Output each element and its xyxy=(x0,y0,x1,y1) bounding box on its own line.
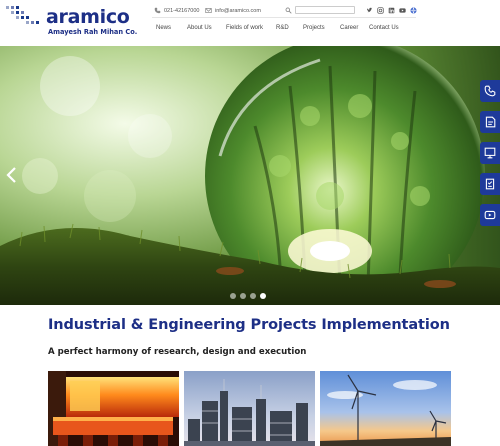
side-catalog-button[interactable] xyxy=(480,111,500,133)
presentation-icon xyxy=(484,147,496,159)
nav-item-about-us[interactable]: About Us xyxy=(187,25,212,31)
survey-icon xyxy=(485,178,495,190)
project-card-furnace[interactable] xyxy=(48,371,179,446)
top-contact-bar: 021-42167000 info@aramico.com xyxy=(152,5,417,17)
nav-item-contact-us[interactable]: Contact Us xyxy=(369,25,399,31)
phone-icon xyxy=(154,7,161,14)
furnace-steel-image xyxy=(48,371,179,446)
video-icon xyxy=(484,210,496,220)
side-video-button[interactable] xyxy=(480,204,500,226)
search-icon[interactable] xyxy=(285,7,292,14)
brand-logo[interactable]: aramico Amayesh Rah Mihan Co. xyxy=(6,4,137,40)
phone-icon xyxy=(484,85,496,97)
instagram-icon[interactable] xyxy=(377,7,384,14)
slide-dot-3[interactable] xyxy=(250,293,256,299)
nav-item-rnd[interactable]: R&D xyxy=(276,25,289,31)
slide-dot-2[interactable] xyxy=(240,293,246,299)
section-subtitle: A perfect harmony of research, design an… xyxy=(48,347,307,357)
hero-slider[interactable] xyxy=(0,46,500,305)
nav-item-projects[interactable]: Projects xyxy=(303,25,325,31)
nav-item-fields-of-work[interactable]: Fields of work xyxy=(226,25,263,31)
globe-icon[interactable] xyxy=(410,7,417,14)
site-header: aramico Amayesh Rah Mihan Co. 021-421670… xyxy=(0,0,500,46)
project-card-refinery[interactable] xyxy=(184,371,315,446)
chevron-left-icon[interactable] xyxy=(6,167,18,183)
side-survey-button[interactable] xyxy=(480,173,500,195)
document-icon xyxy=(485,116,496,128)
nav-item-news[interactable]: News xyxy=(156,25,171,31)
nav-item-career[interactable]: Career xyxy=(340,25,358,31)
search-input[interactable] xyxy=(295,6,355,14)
side-call-button[interactable] xyxy=(480,80,500,102)
twitter-icon[interactable] xyxy=(366,7,373,14)
brand-name: aramico xyxy=(46,6,130,28)
hero-image-glass-sphere-moss xyxy=(0,46,500,305)
project-card-wind[interactable] xyxy=(320,371,451,446)
wind-turbines-image xyxy=(320,371,451,446)
header-divider xyxy=(152,17,416,18)
refinery-plant-image xyxy=(184,371,315,446)
side-presentation-button[interactable] xyxy=(480,142,500,164)
slide-dot-4[interactable] xyxy=(260,293,266,299)
section-title: Industrial & Engineering Projects Implem… xyxy=(48,317,450,333)
slide-dot-1[interactable] xyxy=(230,293,236,299)
phone-number[interactable]: 021-42167000 xyxy=(164,8,199,14)
brand-tagline: Amayesh Rah Mihan Co. xyxy=(48,28,138,36)
linkedin-icon[interactable] xyxy=(388,7,395,14)
youtube-icon[interactable] xyxy=(399,7,406,14)
email-address[interactable]: info@aramico.com xyxy=(215,8,261,14)
logo-pixel-mark xyxy=(6,4,50,30)
mail-icon xyxy=(205,8,212,13)
